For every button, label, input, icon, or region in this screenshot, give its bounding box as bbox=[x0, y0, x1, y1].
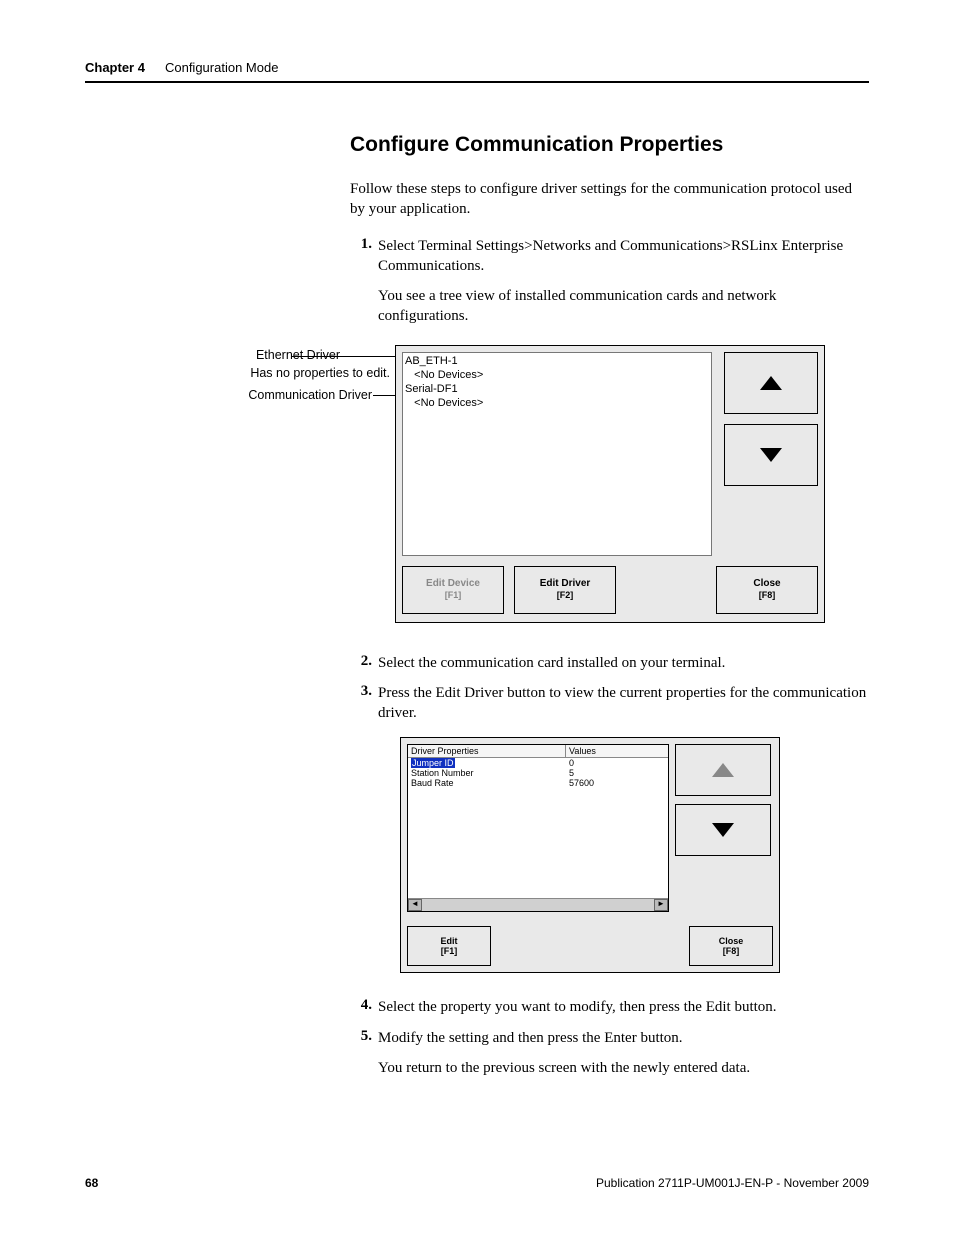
grid-header: Driver Properties Values bbox=[408, 745, 668, 758]
tree-view[interactable]: AB_ETH-1 <No Devices> Serial-DF1 <No Dev… bbox=[402, 352, 712, 556]
chapter-label: Chapter 4 bbox=[85, 60, 145, 75]
properties-grid[interactable]: Driver Properties Values Jumper ID 0 Sta… bbox=[407, 744, 669, 912]
header-rule bbox=[85, 81, 869, 83]
callout-noprops: Has no properties to edit. bbox=[190, 365, 390, 382]
grid-row[interactable]: Station Number 5 bbox=[408, 768, 668, 778]
step-text: Press the Edit Driver button to view the… bbox=[378, 683, 869, 724]
nav-up-button[interactable] bbox=[724, 352, 818, 414]
triangle-down-icon bbox=[760, 448, 782, 462]
step-text: Select the property you want to modify, … bbox=[378, 997, 869, 1017]
prop-name: Jumper ID bbox=[411, 758, 455, 768]
step-num: 3. bbox=[350, 683, 372, 700]
page-header: Chapter 4 Configuration Mode bbox=[85, 60, 869, 75]
triangle-up-icon bbox=[760, 376, 782, 390]
callout-commdriver: Communication Driver bbox=[190, 387, 372, 404]
close-button[interactable]: Close [F8] bbox=[716, 566, 818, 614]
callout-line bbox=[373, 395, 395, 396]
prop-value: 57600 bbox=[566, 778, 668, 788]
step-text: Select the communication card installed … bbox=[378, 653, 869, 673]
triangle-down-icon bbox=[712, 823, 734, 837]
step-2: 2. Select the communication card install… bbox=[350, 653, 869, 673]
prop-name: Baud Rate bbox=[408, 778, 566, 788]
callout-line bbox=[292, 356, 395, 357]
tree-item-nodevices[interactable]: <No Devices> bbox=[405, 396, 709, 410]
grid-row[interactable]: Baud Rate 57600 bbox=[408, 778, 668, 788]
triangle-up-icon bbox=[712, 763, 734, 777]
step-1-follow: You see a tree view of installed communi… bbox=[378, 286, 869, 327]
prop-value: 0 bbox=[566, 758, 668, 768]
edit-button[interactable]: Edit [F1] bbox=[407, 926, 491, 966]
step-num: 2. bbox=[350, 653, 372, 670]
tree-panel: AB_ETH-1 <No Devices> Serial-DF1 <No Dev… bbox=[395, 345, 825, 623]
nav-down-button[interactable] bbox=[724, 424, 818, 486]
closing-para: You return to the previous screen with t… bbox=[378, 1058, 869, 1078]
nav-up-button bbox=[675, 744, 771, 796]
grid-row-selected[interactable]: Jumper ID 0 bbox=[408, 758, 668, 768]
step-text: Modify the setting and then press the En… bbox=[378, 1028, 869, 1048]
scroll-left-icon[interactable]: ◄ bbox=[408, 899, 422, 911]
prop-value: 5 bbox=[566, 768, 668, 778]
edit-device-button: Edit Device [F1] bbox=[402, 566, 504, 614]
tree-item-ethernet[interactable]: AB_ETH-1 bbox=[405, 354, 709, 368]
step-3: 3. Press the Edit Driver button to view … bbox=[350, 683, 869, 724]
figure-properties-panel: Driver Properties Values Jumper ID 0 Sta… bbox=[400, 737, 780, 973]
publication-info: Publication 2711P-UM001J-EN-P - November… bbox=[596, 1176, 869, 1190]
col-header-properties: Driver Properties bbox=[408, 745, 566, 757]
scroll-right-icon[interactable]: ► bbox=[654, 899, 668, 911]
step-5: 5. Modify the setting and then press the… bbox=[350, 1028, 869, 1048]
step-num: 5. bbox=[350, 1028, 372, 1045]
tree-item-serial[interactable]: Serial-DF1 bbox=[405, 382, 709, 396]
figure-tree-panel: Ethernet Driver Has no properties to edi… bbox=[240, 345, 869, 625]
page-number: 68 bbox=[85, 1176, 98, 1190]
close-button[interactable]: Close [F8] bbox=[689, 926, 773, 966]
nav-down-button[interactable] bbox=[675, 804, 771, 856]
step-num: 1. bbox=[350, 236, 372, 253]
section-title: Configure Communication Properties bbox=[350, 133, 869, 157]
page-footer: 68 Publication 2711P-UM001J-EN-P - Novem… bbox=[85, 1176, 869, 1190]
prop-name: Station Number bbox=[408, 768, 566, 778]
step-num: 4. bbox=[350, 997, 372, 1014]
tree-item-nodevices[interactable]: <No Devices> bbox=[405, 368, 709, 382]
col-header-values: Values bbox=[566, 745, 668, 757]
step-text: Select Terminal Settings>Networks and Co… bbox=[378, 236, 869, 277]
section-intro: Follow these steps to configure driver s… bbox=[350, 179, 869, 220]
edit-driver-button[interactable]: Edit Driver [F2] bbox=[514, 566, 616, 614]
step-4: 4. Select the property you want to modif… bbox=[350, 997, 869, 1017]
chapter-title: Configuration Mode bbox=[165, 60, 278, 75]
horizontal-scrollbar[interactable]: ◄ ► bbox=[408, 898, 668, 911]
step-1: 1. Select Terminal Settings>Networks and… bbox=[350, 236, 869, 277]
